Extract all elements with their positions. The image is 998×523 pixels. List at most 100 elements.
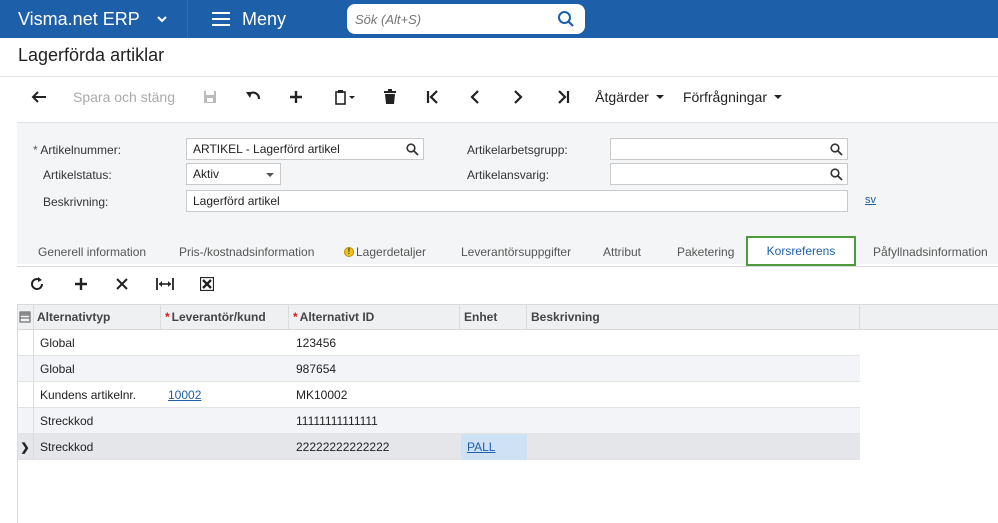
- tab-cross-reference[interactable]: Korsreferens: [746, 236, 856, 266]
- tab-packaging[interactable]: Paketering: [677, 238, 734, 266]
- save-icon: [204, 91, 216, 103]
- plus-icon: [75, 278, 87, 290]
- item-status-select[interactable]: Aktiv: [186, 163, 281, 185]
- cell-alt-id[interactable]: 123456: [290, 330, 460, 356]
- vendor-link[interactable]: 10002: [168, 388, 201, 402]
- cell-unit[interactable]: [461, 408, 527, 434]
- search-icon[interactable]: [830, 143, 843, 156]
- tab-vendor-details[interactable]: Leverantörsuppgifter: [461, 238, 571, 266]
- delete-row-button[interactable]: [111, 270, 133, 298]
- tab-replenishment[interactable]: Påfyllnadsinformation: [873, 238, 988, 266]
- column-header-alt-id[interactable]: * Alternativt ID: [289, 304, 460, 330]
- caret-down-icon: [774, 95, 783, 99]
- search-icon[interactable]: [557, 10, 575, 28]
- title-separator: [0, 76, 998, 77]
- column-config-icon[interactable]: [19, 311, 31, 323]
- next-record-button[interactable]: [506, 80, 530, 114]
- description-value: Lagerförd artikel: [193, 194, 280, 208]
- owner-field[interactable]: [610, 163, 848, 185]
- fit-columns-button[interactable]: [153, 270, 177, 298]
- brand-name: Visma.net ERP: [18, 8, 140, 29]
- export-excel-button[interactable]: [196, 270, 218, 298]
- first-record-button[interactable]: [421, 80, 445, 114]
- cell-alt-id[interactable]: 987654: [290, 356, 460, 382]
- undo-button[interactable]: [241, 80, 265, 114]
- cell-description[interactable]: [528, 356, 860, 382]
- cell-vendor[interactable]: [162, 330, 289, 356]
- cell-description[interactable]: [528, 434, 860, 460]
- search-icon[interactable]: [406, 143, 419, 156]
- cell-description[interactable]: [528, 330, 860, 356]
- brand-switcher[interactable]: Visma.net ERP: [0, 0, 187, 38]
- back-button[interactable]: [26, 80, 52, 114]
- search-icon[interactable]: [830, 168, 843, 181]
- back-arrow-icon: [31, 91, 46, 103]
- tab-price-cost[interactable]: Pris-/kostnadsinformation: [179, 238, 314, 266]
- hamburger-icon: [212, 12, 230, 26]
- fit-width-icon: [156, 278, 174, 290]
- delete-button[interactable]: [378, 80, 402, 114]
- copy-paste-button[interactable]: [328, 80, 362, 114]
- inquiries-menu[interactable]: Förfrågningar: [681, 80, 785, 114]
- column-header-alt-type[interactable]: Alternativtyp: [33, 304, 161, 330]
- tab-attributes[interactable]: Attribut: [603, 238, 641, 266]
- cell-alt-type[interactable]: Global: [34, 330, 161, 356]
- description-label: Beskrivning:: [43, 195, 109, 209]
- cell-alt-id[interactable]: 11111111111111: [290, 408, 460, 434]
- actions-menu[interactable]: Åtgärder: [593, 80, 667, 114]
- cell-vendor[interactable]: 10002: [162, 382, 289, 408]
- chevron-down-icon: [157, 16, 167, 23]
- column-header-unit[interactable]: Enhet: [460, 304, 527, 330]
- refresh-icon: [31, 277, 44, 290]
- description-field[interactable]: Lagerförd artikel: [186, 190, 848, 212]
- cell-description[interactable]: [528, 382, 860, 408]
- column-header-description[interactable]: Beskrivning: [527, 304, 860, 330]
- cell-alt-id[interactable]: 22222222222222: [290, 434, 460, 460]
- excel-icon: [200, 277, 214, 291]
- tab-warehouse-details[interactable]: ! Lagerdetaljer: [344, 238, 426, 266]
- item-number-field[interactable]: ARTIKEL - Lagerförd artikel: [186, 138, 424, 160]
- required-asterisk: *: [293, 310, 298, 324]
- required-asterisk: *: [165, 310, 170, 324]
- cell-alt-type[interactable]: Streckkod: [34, 408, 161, 434]
- workgroup-field[interactable]: [610, 138, 848, 160]
- last-record-button[interactable]: [550, 80, 576, 114]
- workgroup-label: Artikelarbetsgrupp:: [467, 143, 568, 157]
- menu-button[interactable]: Meny: [187, 0, 317, 38]
- last-page-icon: [558, 90, 570, 104]
- tab-general-info[interactable]: Generell information: [38, 238, 146, 266]
- owner-label: Artikelansvarig:: [467, 168, 550, 182]
- actions-label: Åtgärder: [595, 89, 649, 105]
- save-button[interactable]: [198, 80, 222, 114]
- refresh-button[interactable]: [26, 270, 48, 298]
- cell-unit[interactable]: PALL: [461, 434, 527, 460]
- cell-unit[interactable]: [461, 356, 527, 382]
- cell-alt-type[interactable]: Streckkod: [34, 434, 161, 460]
- cell-description[interactable]: [528, 408, 860, 434]
- save-close-button[interactable]: Spara och stäng: [70, 80, 178, 114]
- cell-unit[interactable]: [461, 330, 527, 356]
- language-link[interactable]: sv: [865, 194, 876, 206]
- cell-unit[interactable]: [461, 382, 527, 408]
- search-input[interactable]: [347, 4, 547, 34]
- add-button[interactable]: [284, 80, 308, 114]
- undo-icon: [246, 91, 261, 100]
- column-header-vendor[interactable]: * Leverantör/kund: [161, 304, 289, 330]
- trash-icon: [384, 89, 396, 104]
- cell-alt-type[interactable]: Global: [34, 356, 161, 382]
- unit-link[interactable]: PALL: [467, 440, 495, 454]
- search-box: [347, 4, 585, 34]
- inquiries-label: Förfrågningar: [682, 89, 768, 105]
- grid-gutter-divider: [33, 304, 34, 460]
- chevron-left-icon: [470, 90, 479, 104]
- plus-icon: [290, 91, 302, 103]
- previous-record-button[interactable]: [463, 80, 487, 114]
- cell-vendor[interactable]: [162, 356, 289, 382]
- add-row-button[interactable]: [70, 270, 92, 298]
- page-title: Lagerförda artiklar: [18, 45, 165, 65]
- cell-alt-id[interactable]: MK10002: [290, 382, 460, 408]
- cell-alt-type[interactable]: Kundens artikelnr.: [34, 382, 161, 408]
- cell-vendor[interactable]: [162, 408, 289, 434]
- item-number-label: * Artikelnummer:: [33, 143, 122, 157]
- cell-vendor[interactable]: [162, 434, 289, 460]
